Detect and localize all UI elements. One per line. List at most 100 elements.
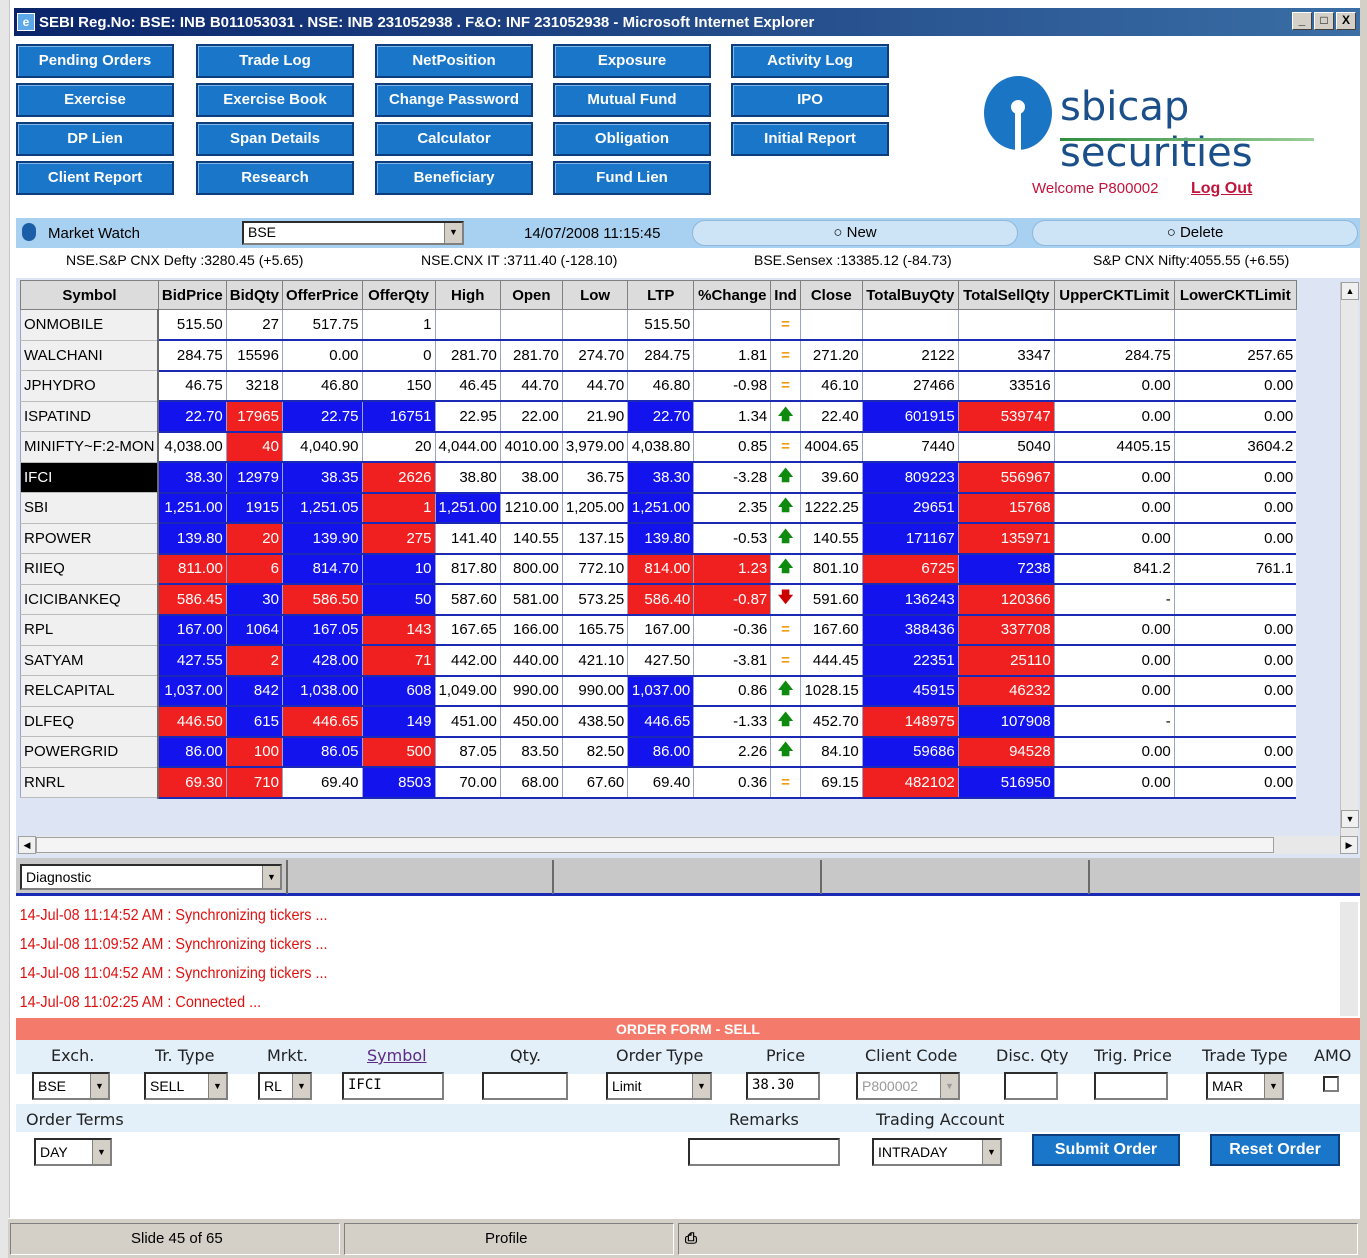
nav-button-pending-orders[interactable]: Pending Orders — [16, 44, 174, 78]
cell-bidprice: 1,037.00 — [157, 675, 227, 707]
nav-button-exercise-book[interactable]: Exercise Book — [196, 83, 354, 117]
discqty-input[interactable] — [1004, 1072, 1058, 1100]
nav-button-mutual-fund[interactable]: Mutual Fund — [553, 83, 711, 117]
tradetype-select[interactable]: MAR ▼ — [1206, 1072, 1284, 1100]
maximize-button[interactable]: □ — [1314, 12, 1334, 30]
scroll-left-icon[interactable]: ◀ — [18, 836, 36, 854]
chevron-down-icon[interactable]: ▼ — [92, 1140, 110, 1164]
orderterms-select[interactable]: DAY ▼ — [34, 1138, 112, 1166]
nav-button-beneficiary[interactable]: Beneficiary — [375, 161, 533, 195]
log-scrollbar[interactable] — [1340, 902, 1358, 1016]
column-header-symbol[interactable]: Symbol — [20, 280, 159, 310]
column-header-lowercktlimit[interactable]: LowerCKTLimit — [1173, 280, 1297, 310]
column-header-totalsellqty[interactable]: TotalSellQty — [957, 280, 1055, 310]
column-header-low[interactable]: Low — [561, 280, 629, 310]
table-row[interactable]: RIIEQ 811.00 6 814.70 10 817.80 800.00 772.10 81… — [20, 553, 1297, 585]
logout-link[interactable]: Log Out — [1191, 180, 1252, 198]
column-header-totalbuyqty[interactable]: TotalBuyQty — [861, 280, 959, 310]
ordertype-select[interactable]: Limit ▼ — [606, 1072, 712, 1100]
scroll-thumb[interactable] — [36, 837, 1274, 853]
table-row[interactable]: RELCAPITAL 1,037.00 842 1,038.00 608 1,049.00… — [20, 675, 1297, 707]
nav-button-change-password[interactable]: Change Password — [375, 83, 533, 117]
column-header-uppercktlimit[interactable]: UpperCKTLimit — [1053, 280, 1175, 310]
column-header-change[interactable]: %Change — [693, 280, 772, 310]
exchange-select[interactable]: BSE ▼ — [242, 221, 464, 245]
scroll-right-icon[interactable]: ▶ — [1340, 836, 1358, 854]
amo-checkbox[interactable] — [1323, 1076, 1339, 1092]
table-row[interactable]: ICICIBANKEQ 586.45 30 586.50 50 587.60 581.00 5… — [20, 584, 1297, 616]
column-header-bidprice[interactable]: BidPrice — [157, 280, 227, 310]
indicator-cell: 🡅 — [770, 523, 801, 555]
nav-button-ipo[interactable]: IPO — [731, 83, 889, 117]
close-button[interactable]: X — [1336, 12, 1356, 30]
nav-button-activity-log[interactable]: Activity Log — [731, 44, 889, 78]
trtype-select[interactable]: SELL ▼ — [144, 1072, 228, 1100]
nav-button-obligation[interactable]: Obligation — [553, 122, 711, 156]
cell-ltp: 446.65 — [627, 706, 694, 738]
chevron-down-icon[interactable]: ▼ — [444, 223, 462, 243]
table-row[interactable]: SBI 1,251.00 1915 1,251.05 1 1,251.00 1210.00 1… — [20, 492, 1297, 524]
price-input[interactable]: 38.30 — [746, 1072, 820, 1100]
trigprice-input[interactable] — [1094, 1072, 1168, 1100]
nav-button-calculator[interactable]: Calculator — [375, 122, 533, 156]
chevron-down-icon[interactable]: ▼ — [1264, 1074, 1282, 1098]
chevron-down-icon[interactable]: ▼ — [692, 1074, 710, 1098]
table-row[interactable]: RPL 167.00 1064 167.05 143 167.65 166.00 165.75… — [20, 614, 1297, 646]
table-row[interactable]: POWERGRID 86.00 100 86.05 500 87.05 83.50 82.50… — [20, 736, 1297, 768]
table-row[interactable]: RPOWER 139.80 20 139.90 275 141.40 140.55 137.1… — [20, 523, 1297, 555]
grid-vertical-scrollbar[interactable]: ▲ ▼ — [1340, 282, 1359, 852]
column-header-ltp[interactable]: LTP — [627, 280, 695, 310]
nav-button-dp-lien[interactable]: DP Lien — [16, 122, 174, 156]
cell-ltp: 814.00 — [627, 553, 694, 585]
tradingaccount-select[interactable]: INTRADAY ▼ — [872, 1138, 1002, 1166]
table-row[interactable]: ISPATIND 22.70 17965 22.75 16751 22.95 22.00 21… — [20, 401, 1297, 433]
symbol-link[interactable]: Symbol — [367, 1046, 427, 1065]
column-header-open[interactable]: Open — [499, 280, 563, 310]
column-header-close[interactable]: Close — [799, 280, 863, 310]
column-header-high[interactable]: High — [434, 280, 501, 310]
clientcode-select[interactable]: P800002 ▼ — [856, 1072, 960, 1100]
table-row[interactable]: SATYAM 427.55 2 428.00 71 442.00 440.00 421.10 4… — [20, 645, 1297, 677]
scroll-up-icon[interactable]: ▲ — [1341, 282, 1359, 300]
chevron-down-icon[interactable]: ▼ — [940, 1074, 958, 1098]
chevron-down-icon[interactable]: ▼ — [90, 1074, 108, 1098]
nav-button-span-details[interactable]: Span Details — [196, 122, 354, 156]
nav-button-netposition[interactable]: NetPosition — [375, 44, 533, 78]
nav-button-fund-lien[interactable]: Fund Lien — [553, 161, 711, 195]
table-row[interactable]: WALCHANI 284.75 15596 0.00 0 281.70 281.70 274.… — [20, 340, 1297, 372]
table-row[interactable]: ONMOBILE 515.50 27 517.75 1 515.50 = — [20, 309, 1297, 341]
nav-button-initial-report[interactable]: Initial Report — [731, 122, 889, 156]
mrkt-select[interactable]: RL ▼ — [258, 1072, 312, 1100]
nav-button-exposure[interactable]: Exposure — [553, 44, 711, 78]
grid-horizontal-scrollbar[interactable]: ◀ ▶ — [18, 836, 1358, 854]
nav-button-research[interactable]: Research — [196, 161, 354, 195]
reset-order-button[interactable]: Reset Order — [1210, 1134, 1340, 1166]
minimize-button[interactable]: _ — [1292, 12, 1312, 30]
qty-input[interactable] — [482, 1072, 568, 1100]
scroll-down-icon[interactable]: ▼ — [1341, 810, 1359, 828]
diagnostic-select[interactable]: Diagnostic ▼ — [20, 864, 282, 890]
exch-select[interactable]: BSE ▼ — [32, 1072, 110, 1100]
column-header-ind[interactable]: Ind — [770, 280, 801, 310]
chevron-down-icon[interactable]: ▼ — [208, 1074, 226, 1098]
table-row[interactable]: RNRL 69.30 710 69.40 8503 70.00 68.00 67.60 69.4… — [20, 767, 1297, 799]
column-header-offerqty[interactable]: OfferQty — [361, 280, 436, 310]
column-header-offerprice[interactable]: OfferPrice — [281, 280, 363, 310]
chevron-down-icon[interactable]: ▼ — [262, 866, 280, 888]
submit-order-button[interactable]: Submit Order — [1032, 1134, 1180, 1166]
nav-button-trade-log[interactable]: Trade Log — [196, 44, 354, 78]
table-row[interactable]: IFCI 38.30 12979 38.35 2626 38.80 38.00 36.75 38… — [20, 462, 1297, 494]
symbol-input[interactable]: IFCI — [342, 1072, 444, 1100]
delete-button[interactable]: ○ Delete — [1032, 220, 1358, 246]
remarks-input[interactable] — [688, 1138, 840, 1166]
column-header-bidqty[interactable]: BidQty — [225, 280, 283, 310]
table-row[interactable]: MINIFTY~F:2-MON 4,038.00 40 4,040.90 20 4,044… — [20, 431, 1297, 463]
chevron-down-icon[interactable]: ▼ — [982, 1140, 1000, 1164]
table-row[interactable]: JPHYDRO 46.75 3218 46.80 150 46.45 44.70 44.70 4… — [20, 370, 1297, 402]
new-button[interactable]: ○ New — [692, 220, 1018, 246]
table-row[interactable]: DLFEQ 446.50 615 446.65 149 451.00 450.00 438.5… — [20, 706, 1297, 738]
nav-button-client-report[interactable]: Client Report — [16, 161, 174, 195]
nav-button-exercise[interactable]: Exercise — [16, 83, 174, 117]
cell-totalsellqty: 7238 — [957, 553, 1055, 585]
chevron-down-icon[interactable]: ▼ — [292, 1074, 310, 1098]
